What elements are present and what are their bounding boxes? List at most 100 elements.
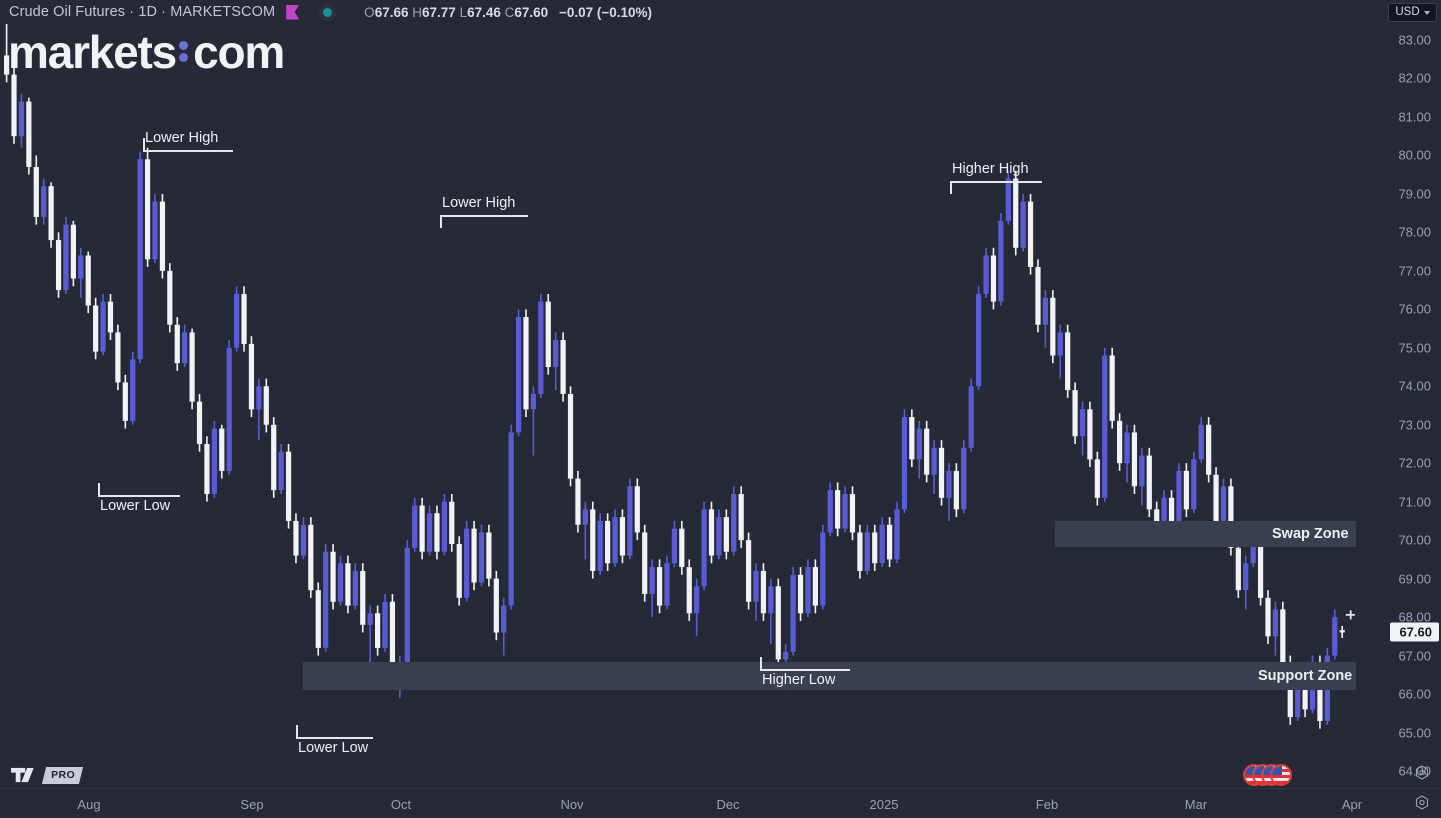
candle-body [412, 505, 418, 548]
candle-body [515, 317, 522, 433]
candle-body [738, 493, 744, 541]
candle-body [375, 613, 381, 648]
colon-dots-icon [179, 40, 189, 62]
candle-body [315, 590, 321, 648]
candle-body [308, 524, 314, 591]
candle-body [234, 293, 240, 348]
symbol-title[interactable]: Crude Oil Futures · 1D · MARKETSCOM [9, 4, 275, 20]
price-axis[interactable]: 83.00 82.00 81.00 80.00 79.00 78.00 77.00 76.00… [1356, 24, 1441, 788]
candle-body [11, 74, 17, 137]
gear-icon[interactable] [1413, 764, 1431, 782]
lower-low-2-tick [296, 725, 298, 738]
ohlc-legend: O67.66 H67.77 L67.46 C67.60 −0.07 (−0.10… [364, 5, 652, 20]
swap-zone-label: Swap Zone [1272, 526, 1349, 542]
candle-body [360, 570, 366, 625]
chart-plot-area[interactable]: Lower High Lower Low Lower High Lower Low Hi… [0, 24, 1356, 788]
lower-low-1[interactable]: Lower Low [98, 478, 300, 518]
candle-body [248, 343, 255, 410]
candle-body [1198, 424, 1204, 460]
candle-body [382, 601, 388, 648]
price-tick: 76.00 [1398, 301, 1431, 317]
price-tick: 79.00 [1398, 186, 1431, 202]
price-tick: 75.00 [1398, 340, 1431, 356]
candle-body [1102, 355, 1108, 498]
lower-low-1-line [98, 495, 180, 497]
lower-high-2-label: Lower High [442, 195, 516, 211]
candle-body [857, 532, 863, 571]
candle-body [508, 432, 514, 606]
candle-body [300, 524, 306, 556]
time-axis-gear-icon[interactable] [1413, 794, 1431, 812]
candle-body [553, 340, 559, 368]
currency-selector[interactable]: USD [1388, 3, 1437, 22]
candle-body [1094, 459, 1100, 498]
lower-low-2[interactable]: Lower Low [296, 720, 493, 760]
candle-body [1050, 297, 1056, 356]
candle-body [664, 563, 670, 606]
candle-body [1220, 486, 1227, 521]
change-value: −0.07 (−0.10%) [558, 4, 653, 20]
candle-body [122, 382, 128, 421]
candle-body [894, 509, 900, 560]
candle-body [486, 532, 492, 579]
candle-body [159, 201, 166, 271]
current-price-badge: 67.60 [1390, 622, 1439, 642]
candle-body [471, 528, 477, 583]
support-zone-label: Support Zone [1258, 668, 1353, 684]
candle-body [731, 493, 737, 552]
higher-high-1-line [950, 181, 1042, 183]
low-label: L [459, 4, 468, 20]
price-tick: 81.00 [1398, 109, 1431, 125]
candle-body [1280, 609, 1286, 664]
candle-body [797, 574, 804, 614]
open-label: O [364, 4, 375, 20]
teal-status-dot-icon[interactable] [319, 3, 337, 21]
us-flag-marker[interactable] [1270, 764, 1292, 786]
candle-body [938, 447, 945, 498]
candle-body [1176, 470, 1182, 529]
candle-body [805, 567, 811, 614]
candle-body [426, 513, 433, 552]
candle-body [174, 324, 180, 364]
candle-body [293, 520, 299, 556]
candle-body [746, 540, 752, 602]
tradingview-pro-badge: PRO [11, 766, 84, 785]
candle-body [523, 317, 529, 410]
candle-body [1243, 563, 1249, 591]
candle-body [961, 447, 967, 510]
candle-body [1072, 390, 1078, 437]
price-tick: 77.00 [1398, 263, 1431, 279]
candle-body [100, 301, 106, 352]
price-tick: 69.00 [1398, 571, 1431, 587]
candle-body [679, 528, 685, 568]
currency-value: USD [1395, 5, 1420, 18]
time-tick: Feb [1035, 797, 1059, 812]
higher-low-1[interactable]: Higher Low [760, 652, 970, 692]
higher-high-1[interactable]: Higher High [950, 161, 1162, 204]
time-axis[interactable]: Aug Sep Oct Nov Dec 2025 Feb Mar Apr [0, 788, 1441, 818]
candle-body [456, 544, 462, 598]
candle-body [404, 547, 410, 664]
lower-high-1-label: Lower High [145, 130, 219, 146]
candle-body [753, 570, 759, 602]
candle-body [48, 186, 54, 241]
lower-high-1[interactable]: Lower High [143, 130, 353, 173]
candle-body [1339, 630, 1345, 633]
close-value: 67.60 [514, 4, 549, 20]
candle-body [605, 520, 611, 564]
magenta-flag-icon[interactable] [286, 4, 300, 20]
candle-body [901, 417, 908, 510]
candle-body [63, 224, 69, 291]
candle-body [1065, 332, 1071, 391]
price-tick: 70.00 [1398, 532, 1431, 548]
candle-body [694, 586, 700, 614]
candle-body [790, 574, 796, 652]
lower-high-2[interactable]: Lower High [440, 195, 648, 238]
candle-body [1079, 409, 1086, 437]
candle-body [1117, 420, 1123, 464]
us-flag-event-icon[interactable] [1243, 764, 1292, 786]
candle-body [686, 567, 692, 614]
candle-body [1027, 201, 1034, 267]
candle-body [1035, 266, 1041, 325]
candle-body [33, 166, 39, 217]
